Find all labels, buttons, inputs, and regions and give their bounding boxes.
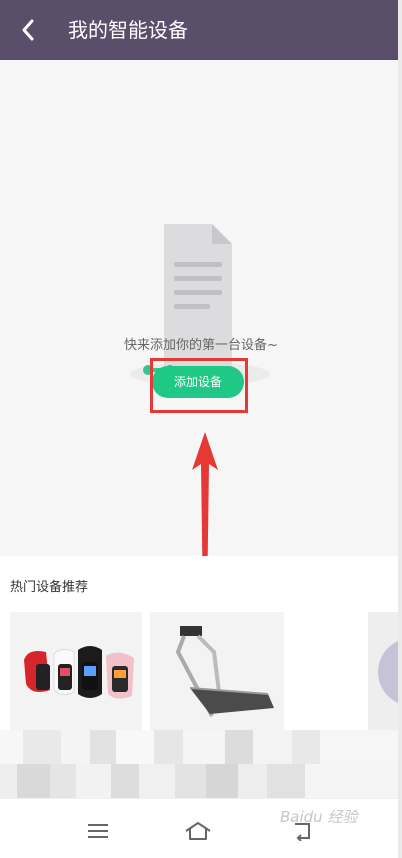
treadmill-icon — [150, 612, 284, 732]
product-card-treadmill[interactable] — [150, 612, 284, 732]
document-icon — [130, 224, 270, 386]
empty-message: 快来添加你的第一台设备~ — [124, 338, 278, 353]
section-title: 热门设备推荐 — [10, 580, 89, 595]
product-card-smart-band[interactable] — [10, 612, 142, 732]
edge-shadow — [398, 0, 402, 858]
blurred-content — [0, 730, 402, 764]
app-header: 我的智能设备 — [0, 0, 402, 60]
product-card-blank[interactable] — [292, 612, 362, 732]
watermark: Baidu 经验 — [280, 808, 358, 826]
empty-state-area: 快来添加你的第一台设备~ 添加设备 — [0, 60, 402, 608]
smart-band-icon — [10, 612, 142, 732]
back-button[interactable] — [10, 12, 46, 48]
partial-product — [378, 639, 402, 705]
page-title: 我的智能设备 — [68, 18, 188, 42]
product-card-partial[interactable] — [368, 612, 402, 732]
chevron-left-icon — [22, 19, 34, 41]
home-icon — [185, 822, 211, 840]
menu-icon — [88, 824, 108, 838]
home-button[interactable] — [184, 817, 212, 845]
add-device-button[interactable]: 添加设备 — [152, 366, 244, 398]
menu-button[interactable] — [84, 817, 112, 845]
blurred-content — [0, 764, 402, 798]
